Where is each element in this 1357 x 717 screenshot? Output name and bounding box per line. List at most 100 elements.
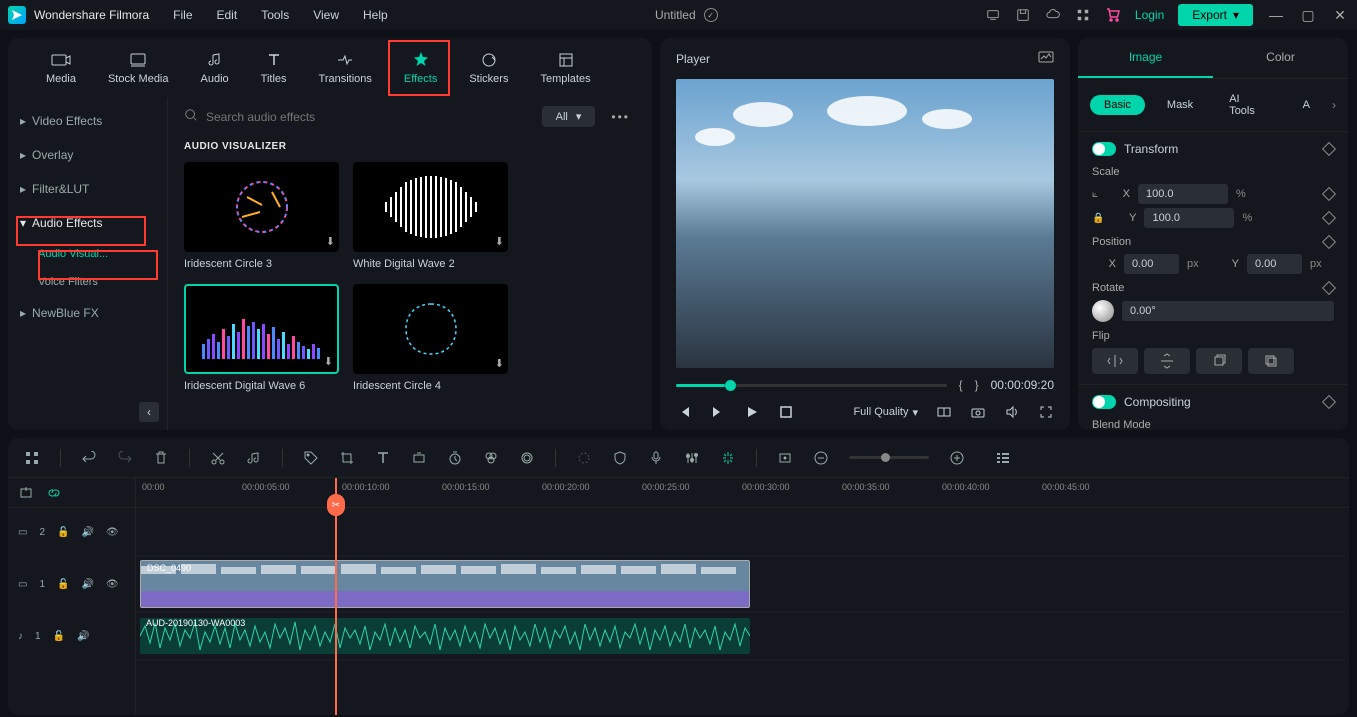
add-track-icon[interactable] — [18, 486, 34, 500]
lock-icon[interactable]: 🔓 — [57, 527, 69, 538]
eye-icon[interactable]: 👁 — [106, 579, 119, 590]
color-icon[interactable] — [483, 451, 499, 465]
mute-icon[interactable]: 🔊 — [77, 631, 89, 642]
sidebar-item-filter-lut[interactable]: ▸Filter&LUT — [8, 172, 167, 206]
camera-icon[interactable] — [970, 404, 986, 420]
video-preview[interactable] — [676, 79, 1054, 368]
compositing-toggle[interactable] — [1092, 395, 1116, 409]
window-close[interactable]: ✕ — [1331, 7, 1349, 24]
mute-icon[interactable]: 🔊 — [81, 579, 93, 590]
compare-icon[interactable] — [936, 404, 952, 420]
copy-button[interactable] — [1196, 348, 1242, 374]
transition-icon[interactable] — [519, 451, 535, 465]
effect-card[interactable]: ⬇ Iridescent Circle 4 — [353, 284, 508, 392]
eye-icon[interactable]: 👁 — [106, 527, 119, 538]
shield-icon[interactable] — [612, 451, 628, 465]
crop-icon[interactable] — [339, 451, 355, 465]
delete-icon[interactable] — [153, 451, 169, 465]
quality-dropdown[interactable]: Full Quality▾ — [853, 406, 918, 419]
playhead-scissors-icon[interactable] — [327, 494, 345, 516]
audio-clip[interactable]: AUD-20190130-WA0003 — [140, 618, 750, 654]
lock-icon[interactable]: 🔓 — [57, 579, 69, 590]
filter-dropdown[interactable]: All▾ — [542, 106, 596, 127]
tab-stickers[interactable]: Stickers — [455, 45, 522, 91]
track-head-v1[interactable]: ▭1 🔓 🔊 👁 — [8, 556, 135, 612]
timeline-tracks[interactable]: 00:0000:00:05:0000:00:10:0000:00:15:0000… — [136, 478, 1349, 715]
scale-y-input[interactable] — [1144, 208, 1234, 228]
zoom-in-icon[interactable] — [949, 451, 965, 465]
menu-view[interactable]: View — [313, 8, 339, 22]
scale-x-input[interactable] — [1138, 184, 1228, 204]
flip-horizontal-button[interactable] — [1092, 348, 1138, 374]
keyframe-icon[interactable] — [1322, 281, 1336, 295]
fullscreen-icon[interactable] — [1038, 404, 1054, 420]
more-options-icon[interactable]: ••• — [605, 110, 636, 124]
view-options-icon[interactable] — [995, 451, 1011, 465]
timer-icon[interactable] — [447, 451, 463, 465]
text-icon[interactable] — [375, 451, 391, 465]
rotate-knob[interactable] — [1092, 300, 1114, 322]
marker-icon[interactable] — [777, 452, 793, 464]
redo-icon[interactable] — [117, 451, 133, 465]
sidebar-collapse-button[interactable]: ‹ — [139, 402, 159, 422]
keyframe-icon[interactable] — [1322, 211, 1336, 225]
cloud-sync-icon[interactable]: ✓ — [704, 8, 718, 22]
login-link[interactable]: Login — [1135, 8, 1164, 22]
mark-out[interactable]: } — [975, 378, 979, 392]
inspector-tab-color[interactable]: Color — [1213, 38, 1348, 78]
transform-toggle[interactable] — [1092, 142, 1116, 156]
menu-edit[interactable]: Edit — [217, 8, 238, 22]
download-icon[interactable]: ⬇ — [495, 357, 504, 370]
tab-transitions[interactable]: Transitions — [305, 45, 386, 91]
tab-titles[interactable]: Titles — [247, 45, 301, 91]
zoom-slider[interactable] — [849, 456, 929, 459]
mixer-icon[interactable] — [684, 451, 700, 465]
effect-card[interactable]: ⬇ Iridescent Circle 3 — [184, 162, 339, 270]
menu-tools[interactable]: Tools — [261, 8, 289, 22]
tab-stock-media[interactable]: Stock Media — [94, 45, 183, 91]
keyframe-icon[interactable] — [1322, 187, 1336, 201]
keyframe-icon[interactable] — [1322, 142, 1336, 156]
next-frame-icon[interactable] — [710, 404, 726, 420]
paste-button[interactable] — [1248, 348, 1294, 374]
sidebar-item-video-effects[interactable]: ▸Video Effects — [8, 104, 167, 138]
save-icon[interactable] — [1015, 7, 1031, 23]
tab-effects[interactable]: Effects — [390, 45, 451, 91]
subtab-ai-tools[interactable]: AI Tools — [1215, 89, 1280, 121]
menu-help[interactable]: Help — [363, 8, 388, 22]
inspector-tab-image[interactable]: Image — [1078, 38, 1213, 78]
download-icon[interactable]: ⬇ — [495, 235, 504, 248]
subtab-more[interactable]: A — [1289, 95, 1324, 115]
tab-audio[interactable]: Audio — [187, 45, 243, 91]
download-icon[interactable]: ⬇ — [324, 355, 333, 368]
magnet-icon[interactable] — [720, 451, 736, 465]
mic-icon[interactable] — [648, 451, 664, 465]
play-icon[interactable] — [744, 404, 760, 420]
sidebar-item-newblue[interactable]: ▸NewBlue FX — [8, 296, 167, 330]
cut-icon[interactable] — [210, 451, 226, 465]
download-icon[interactable]: ⬇ — [326, 235, 335, 248]
window-maximize[interactable]: ▢ — [1299, 7, 1317, 24]
subtab-basic[interactable]: Basic — [1090, 95, 1145, 115]
prev-frame-icon[interactable] — [676, 404, 692, 420]
track-head-v2[interactable]: ▭2 🔓 🔊 👁 — [8, 508, 135, 556]
cart-icon[interactable] — [1105, 7, 1121, 23]
window-minimize[interactable]: — — [1267, 7, 1285, 23]
undo-icon[interactable] — [81, 451, 97, 465]
flip-vertical-button[interactable] — [1144, 348, 1190, 374]
mute-icon[interactable]: 🔊 — [81, 527, 93, 538]
lock-icon[interactable]: 🔒 — [1092, 213, 1104, 224]
time-ruler[interactable]: 00:0000:00:05:0000:00:10:0000:00:15:0000… — [136, 478, 1349, 508]
subtab-mask[interactable]: Mask — [1153, 95, 1207, 115]
video-clip[interactable]: DSC_0490 — [140, 560, 750, 608]
grid-icon[interactable] — [24, 451, 40, 465]
pos-x-input[interactable] — [1124, 254, 1179, 274]
playhead[interactable] — [335, 478, 337, 715]
tab-media[interactable]: Media — [32, 45, 90, 91]
device-icon[interactable] — [985, 7, 1001, 23]
link-tracks-icon[interactable] — [46, 486, 62, 500]
effect-card[interactable]: ⬇ Iridescent Digital Wave 6 — [184, 284, 339, 392]
snapshot-icon[interactable] — [1038, 50, 1054, 67]
sidebar-sub-audio-visualizer[interactable]: Audio Visual... — [8, 240, 167, 268]
search-input[interactable] — [206, 110, 532, 124]
